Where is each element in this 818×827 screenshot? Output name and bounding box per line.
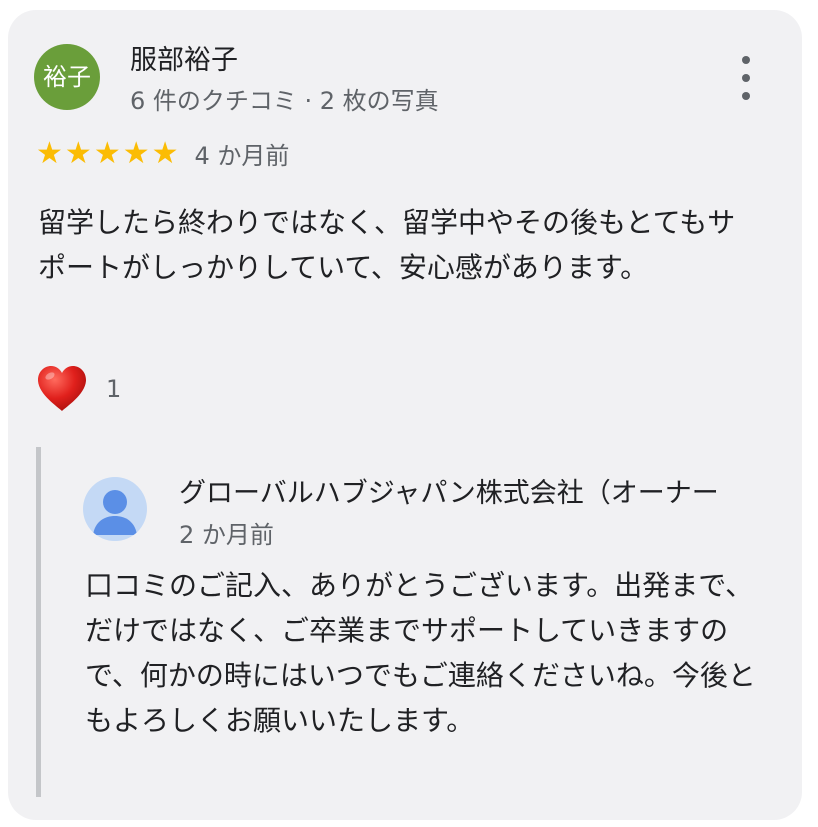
reviewer-name[interactable]: 服部裕子: [130, 38, 238, 77]
person-icon: [93, 490, 137, 535]
star-icon: ★: [122, 135, 150, 171]
owner-reply: グローバルハブジャパン株式会社（オーナー 2 か月前 口コミのご記入、ありがとう…: [36, 447, 802, 797]
star-icon: ★: [36, 135, 63, 171]
heart-icon: [38, 366, 86, 411]
reviewer-avatar[interactable]: 裕子: [34, 44, 100, 110]
star-rating: ★ ★ ★ ★ ★: [36, 135, 179, 171]
reply-text: 口コミのご記入、ありがとうございます。出発まで、だけではなく、ご卒業までサポート…: [85, 569, 756, 737]
reaction-button[interactable]: 1: [36, 364, 121, 414]
reply-time: 2 か月前: [179, 521, 274, 549]
reaction-count: 1: [106, 375, 122, 403]
rating-row: ★ ★ ★ ★ ★ 4 か月前: [36, 136, 289, 171]
review-card: 裕子 服部裕子 6 件のクチコミ · 2 枚の写真 ★ ★ ★ ★ ★ 4 か月…: [8, 10, 802, 820]
review-time: 4 か月前: [194, 142, 290, 170]
reviewer-meta: 6 件のクチコミ · 2 枚の写真: [130, 87, 439, 115]
star-icon: ★: [93, 135, 121, 171]
more-options-icon[interactable]: [734, 56, 758, 100]
star-icon: ★: [64, 135, 92, 171]
review-text: 留学したら終わりではなく、留学中やその後もとてもサポートがしっかりしていて、安心…: [38, 206, 736, 284]
star-icon: ★: [151, 135, 179, 171]
owner-avatar[interactable]: [83, 477, 147, 541]
owner-name: グローバルハブジャパン株式会社（オーナー: [179, 478, 719, 509]
